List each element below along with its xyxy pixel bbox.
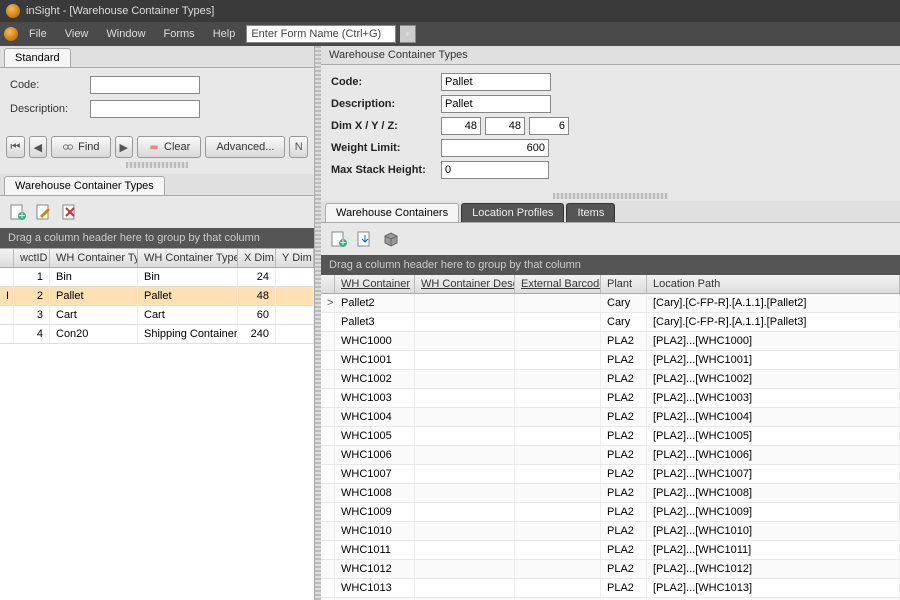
nav-next-button[interactable]: ▶ bbox=[115, 136, 134, 158]
d-code-label: Code: bbox=[331, 76, 441, 88]
table-row[interactable]: 1BinBin24 bbox=[0, 268, 314, 287]
d-stack-label: Max Stack Height: bbox=[331, 164, 441, 176]
col-marker[interactable] bbox=[0, 249, 14, 267]
edit-record-icon[interactable] bbox=[34, 202, 54, 222]
form-search-placeholder: Enter Form Name (Ctrl+G) bbox=[251, 28, 381, 40]
clear-label: Clear bbox=[164, 141, 190, 153]
binoculars-icon bbox=[62, 141, 74, 153]
tab-standard[interactable]: Standard bbox=[4, 48, 71, 67]
rcol-marker[interactable] bbox=[321, 275, 335, 293]
advanced-label: Advanced... bbox=[216, 141, 274, 153]
table-row[interactable]: 4Con20Shipping Container20'240 bbox=[0, 325, 314, 344]
rcol-plant[interactable]: Plant bbox=[601, 275, 647, 293]
desc-input[interactable] bbox=[90, 100, 200, 118]
table-row[interactable]: 3CartCart60 bbox=[0, 306, 314, 325]
desc-label: Description: bbox=[10, 103, 90, 115]
app-menu-icon[interactable] bbox=[4, 27, 18, 41]
menu-help[interactable]: Help bbox=[206, 25, 243, 43]
table-row[interactable]: Pallet3Cary[Cary].[C-FP-R].[A.1.1].[Pall… bbox=[321, 313, 900, 332]
d-dimx-input[interactable] bbox=[441, 117, 481, 135]
rcol-barcode[interactable]: External Barcode bbox=[515, 275, 601, 293]
titlebar: inSight - [Warehouse Container Types] bbox=[0, 0, 900, 22]
menu-view[interactable]: View bbox=[58, 25, 96, 43]
code-input[interactable] bbox=[90, 76, 200, 94]
d-desc-label: Description: bbox=[331, 98, 441, 110]
left-panel: Standard Code: Description: ⏮ ◀ Find ▶ C… bbox=[0, 46, 315, 600]
col-ydim[interactable]: Y Dim bbox=[276, 249, 314, 267]
svg-text:+: + bbox=[19, 210, 25, 221]
clear-button[interactable]: Clear bbox=[137, 136, 201, 158]
table-row[interactable]: WHC1008PLA2[PLA2]...[WHC1008] bbox=[321, 484, 900, 503]
containers-grid: WH Container WH Container Desc External … bbox=[321, 275, 900, 600]
col-desc[interactable]: WH Container Type Desc bbox=[138, 249, 238, 267]
tab-container-types[interactable]: Warehouse Container Types bbox=[4, 176, 165, 195]
table-row[interactable]: WHC1002PLA2[PLA2]...[WHC1002] bbox=[321, 370, 900, 389]
d-dimy-input[interactable] bbox=[485, 117, 525, 135]
table-row[interactable]: WHC1000PLA2[PLA2]...[WHC1000] bbox=[321, 332, 900, 351]
import-icon[interactable] bbox=[355, 229, 375, 249]
right-panel: Warehouse Container Types Code: Descript… bbox=[321, 46, 900, 600]
splitter-horizontal[interactable] bbox=[126, 162, 189, 168]
menu-file[interactable]: File bbox=[22, 25, 54, 43]
table-row[interactable]: WHC1001PLA2[PLA2]...[WHC1001] bbox=[321, 351, 900, 370]
eraser-icon bbox=[148, 141, 160, 153]
table-row[interactable]: WHC1013PLA2[PLA2]...[WHC1013] bbox=[321, 579, 900, 598]
form-search-input[interactable]: Enter Form Name (Ctrl+G) bbox=[246, 25, 396, 43]
find-label: Find bbox=[78, 141, 99, 153]
types-grid: wctID WH Container Type WH Container Typ… bbox=[0, 248, 314, 600]
nav-first-button[interactable]: ⏮ bbox=[6, 136, 25, 158]
d-weight-label: Weight Limit: bbox=[331, 142, 441, 154]
col-wctid[interactable]: wctID bbox=[14, 249, 50, 267]
d-desc-input[interactable] bbox=[441, 95, 551, 113]
new-container-icon[interactable]: + bbox=[329, 229, 349, 249]
rcol-loc[interactable]: Location Path bbox=[647, 275, 900, 293]
find-button[interactable]: Find bbox=[51, 136, 110, 158]
d-stack-input[interactable] bbox=[441, 161, 549, 179]
rcol-wh[interactable]: WH Container bbox=[335, 275, 415, 293]
table-row[interactable]: WHC1009PLA2[PLA2]...[WHC1009] bbox=[321, 503, 900, 522]
tab-warehouse-containers[interactable]: Warehouse Containers bbox=[325, 203, 459, 222]
tab-location-profiles[interactable]: Location Profiles bbox=[461, 203, 564, 222]
table-row[interactable]: I2PalletPallet48 bbox=[0, 287, 314, 306]
nav-prev-button[interactable]: ◀ bbox=[29, 136, 48, 158]
window-title: inSight - [Warehouse Container Types] bbox=[26, 5, 214, 17]
table-row[interactable]: WHC1006PLA2[PLA2]...[WHC1006] bbox=[321, 446, 900, 465]
table-row[interactable]: WHC1004PLA2[PLA2]...[WHC1004] bbox=[321, 408, 900, 427]
table-row[interactable]: WHC1005PLA2[PLA2]...[WHC1005] bbox=[321, 427, 900, 446]
table-row[interactable]: WHC1003PLA2[PLA2]...[WHC1003] bbox=[321, 389, 900, 408]
group-by-bar-left[interactable]: Drag a column header here to group by th… bbox=[0, 228, 314, 248]
tab-items[interactable]: Items bbox=[566, 203, 615, 222]
code-label: Code: bbox=[10, 79, 90, 91]
app-icon bbox=[6, 4, 20, 18]
col-type[interactable]: WH Container Type bbox=[50, 249, 138, 267]
table-row[interactable]: WHC1007PLA2[PLA2]...[WHC1007] bbox=[321, 465, 900, 484]
table-row[interactable]: WHC1010PLA2[PLA2]...[WHC1010] bbox=[321, 522, 900, 541]
d-weight-input[interactable] bbox=[441, 139, 549, 157]
svg-text:+: + bbox=[340, 237, 346, 248]
group-by-bar-right[interactable]: Drag a column header here to group by th… bbox=[321, 255, 900, 275]
table-row[interactable]: >Pallet2Cary[Cary].[C-FP-R].[A.1.1].[Pal… bbox=[321, 294, 900, 313]
advanced-button[interactable]: Advanced... bbox=[205, 136, 285, 158]
nav-more-button[interactable]: N bbox=[289, 136, 308, 158]
table-row[interactable]: WHC1012PLA2[PLA2]...[WHC1012] bbox=[321, 560, 900, 579]
col-xdim[interactable]: X Dim bbox=[238, 249, 276, 267]
detail-header: Warehouse Container Types bbox=[321, 46, 900, 65]
delete-record-icon[interactable] bbox=[60, 202, 80, 222]
form-search-dropdown[interactable]: ▾ bbox=[400, 25, 416, 43]
d-dimz-input[interactable] bbox=[529, 117, 569, 135]
d-code-input[interactable] bbox=[441, 73, 551, 91]
rcol-desc[interactable]: WH Container Desc bbox=[415, 275, 515, 293]
menu-window[interactable]: Window bbox=[99, 25, 152, 43]
package-icon[interactable] bbox=[381, 229, 401, 249]
chevron-down-icon: ▾ bbox=[406, 29, 411, 40]
splitter-mid[interactable] bbox=[553, 193, 669, 199]
new-record-icon[interactable]: + bbox=[8, 202, 28, 222]
table-row[interactable]: WHC1011PLA2[PLA2]...[WHC1011] bbox=[321, 541, 900, 560]
menubar: File View Window Forms Help Enter Form N… bbox=[0, 22, 900, 46]
d-dim-label: Dim X / Y / Z: bbox=[331, 120, 441, 132]
menu-forms[interactable]: Forms bbox=[157, 25, 202, 43]
